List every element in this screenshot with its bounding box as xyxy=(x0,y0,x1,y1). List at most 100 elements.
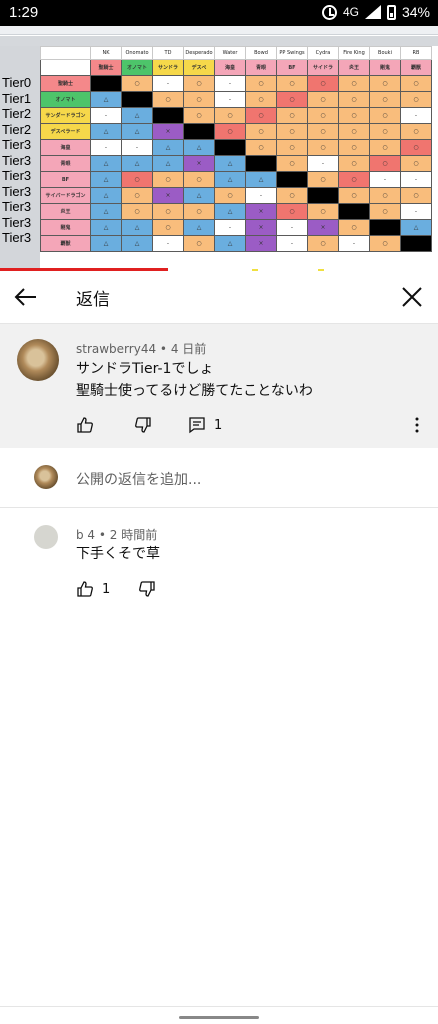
sheet-cell: × xyxy=(245,235,277,252)
sheet-cell: ○ xyxy=(369,91,401,108)
dislike-icon[interactable] xyxy=(138,580,156,598)
sheet-cell: ○ xyxy=(152,219,184,236)
sheet-cell: ○ xyxy=(245,107,277,124)
sheet-cell: ○ xyxy=(338,75,370,92)
sheet-cell: ○ xyxy=(183,171,215,188)
avatar[interactable] xyxy=(34,525,58,549)
sheet-cell: ○ xyxy=(183,203,215,220)
dislike-icon[interactable] xyxy=(134,416,152,434)
sheet-cell: ○ xyxy=(307,107,339,124)
matchup-spreadsheet-image[interactable]: Tier0 Tier1 Tier2 Tier2 Tier3 Tier3 Tier3 Tier3… xyxy=(0,26,438,271)
sheet-gray-bar xyxy=(0,36,438,46)
sheet-cell: ○ xyxy=(276,203,308,220)
sheet-cell: ○ xyxy=(307,235,339,252)
sheet-cell: ○ xyxy=(307,203,339,220)
sheet-cell: × xyxy=(245,203,277,220)
sheet-cell: △ xyxy=(214,235,246,252)
sheet-cell: ○ xyxy=(369,75,401,92)
sheet-cell: - xyxy=(214,75,246,92)
sheet-cell: ○ xyxy=(276,75,308,92)
reply-icon[interactable] xyxy=(188,416,206,434)
sheet-cell: △ xyxy=(90,235,122,252)
sheet-cell: - xyxy=(152,235,184,252)
more-vert-icon[interactable] xyxy=(408,416,426,434)
sheet-cell: ○ xyxy=(338,187,370,204)
comment-author[interactable]: strawberry44 xyxy=(76,342,156,356)
sheet-cell: - xyxy=(245,187,277,204)
tier-label: Tier2 xyxy=(2,121,32,137)
sheet-cell: ○ xyxy=(121,187,153,204)
sheet-cell: ○ xyxy=(307,91,339,108)
sheet-cell: △ xyxy=(90,219,122,236)
sheet-cell xyxy=(400,235,432,252)
add-reply-row[interactable]: 公開の返信を追加... xyxy=(0,448,438,508)
sheet-cell xyxy=(369,219,401,236)
sheet-cell: ○ xyxy=(245,139,277,156)
sheet-cell: ○ xyxy=(338,155,370,172)
sheet-deck-header: デスペ xyxy=(183,59,215,76)
tier-label: Tier0 xyxy=(2,75,32,90)
sheet-cell: ○ xyxy=(276,187,308,204)
sheet-cell: ○ xyxy=(214,187,246,204)
sheet-cell: ○ xyxy=(121,203,153,220)
sheet-cell: △ xyxy=(121,155,153,172)
sheet-deck-name: 海皇 xyxy=(40,139,91,156)
sheet-cell: △ xyxy=(152,155,184,172)
sheet-cell: - xyxy=(276,219,308,236)
parent-comment: strawberry44 • 4 日前 サンドラTier-1でしょ 聖騎士使って… xyxy=(0,324,438,448)
sheet-cell: ○ xyxy=(400,75,432,92)
sheet-cell: ○ xyxy=(338,107,370,124)
sheet-deck-name: 聖騎士 xyxy=(40,75,91,92)
sheet-column-header: Fire King xyxy=(338,46,370,60)
sheet-deck-header: 聖騎士 xyxy=(90,59,122,76)
sheet-cell xyxy=(245,155,277,172)
sheet-column-header: Cydra xyxy=(307,46,339,60)
sheet-cell: ○ xyxy=(214,123,246,140)
comment-author[interactable]: b 4 xyxy=(76,528,95,542)
sheet-cell xyxy=(152,107,184,124)
sheet-cell: ○ xyxy=(400,91,432,108)
back-arrow-icon[interactable] xyxy=(14,287,38,307)
close-icon[interactable] xyxy=(400,285,424,309)
like-icon[interactable] xyxy=(76,580,94,598)
signal-icon xyxy=(364,5,381,19)
battery-percent: 34% xyxy=(401,4,430,20)
sheet-cell: ○ xyxy=(369,107,401,124)
sheet-cell: △ xyxy=(121,123,153,140)
sheet-cell: ○ xyxy=(307,171,339,188)
sheet-cell: - xyxy=(214,91,246,108)
sheet-cell: ○ xyxy=(369,155,401,172)
sheet-cell: - xyxy=(400,107,432,124)
home-gesture-pill[interactable] xyxy=(179,1016,259,1019)
sheet-cell xyxy=(276,171,308,188)
tier-label: Tier3 xyxy=(2,152,32,168)
sheet-cell xyxy=(90,75,122,92)
sheet-column-header: Desperado xyxy=(183,46,215,60)
sheet-deck-header: サイドラ xyxy=(307,59,339,76)
tier-label: Tier3 xyxy=(2,199,32,214)
sheet-deck-header: 剛鬼 xyxy=(369,59,401,76)
system-nav-bar xyxy=(0,1006,438,1024)
sheet-column-header: Onomato xyxy=(121,46,153,60)
sheet-cell: △ xyxy=(214,171,246,188)
sheet-deck-header: オノマト xyxy=(121,59,153,76)
sheet-column-header: Bowd xyxy=(245,46,277,60)
sheet-cell: - xyxy=(369,171,401,188)
sheet-cell: ○ xyxy=(183,91,215,108)
tier-label: Tier3 xyxy=(2,230,32,245)
sheet-cell: × xyxy=(307,219,339,236)
sheet-cell: × xyxy=(245,219,277,236)
like-icon[interactable] xyxy=(76,416,94,434)
sheet-cell: ○ xyxy=(338,91,370,108)
sheet-cell: ○ xyxy=(400,155,432,172)
sheet-cell: - xyxy=(307,155,339,172)
sheet-deck-name: 覇獣 xyxy=(40,235,91,252)
sheet-cell: ○ xyxy=(121,75,153,92)
add-reply-input[interactable]: 公開の返信を追加... xyxy=(76,469,201,489)
sheet-cell: ○ xyxy=(307,75,339,92)
sheet-cell xyxy=(307,187,339,204)
comment-line: サンドラTier-1でしょ xyxy=(76,361,214,377)
comment-actions: 1 xyxy=(76,579,156,599)
avatar[interactable] xyxy=(17,339,59,381)
sheet-cell: × xyxy=(152,123,184,140)
